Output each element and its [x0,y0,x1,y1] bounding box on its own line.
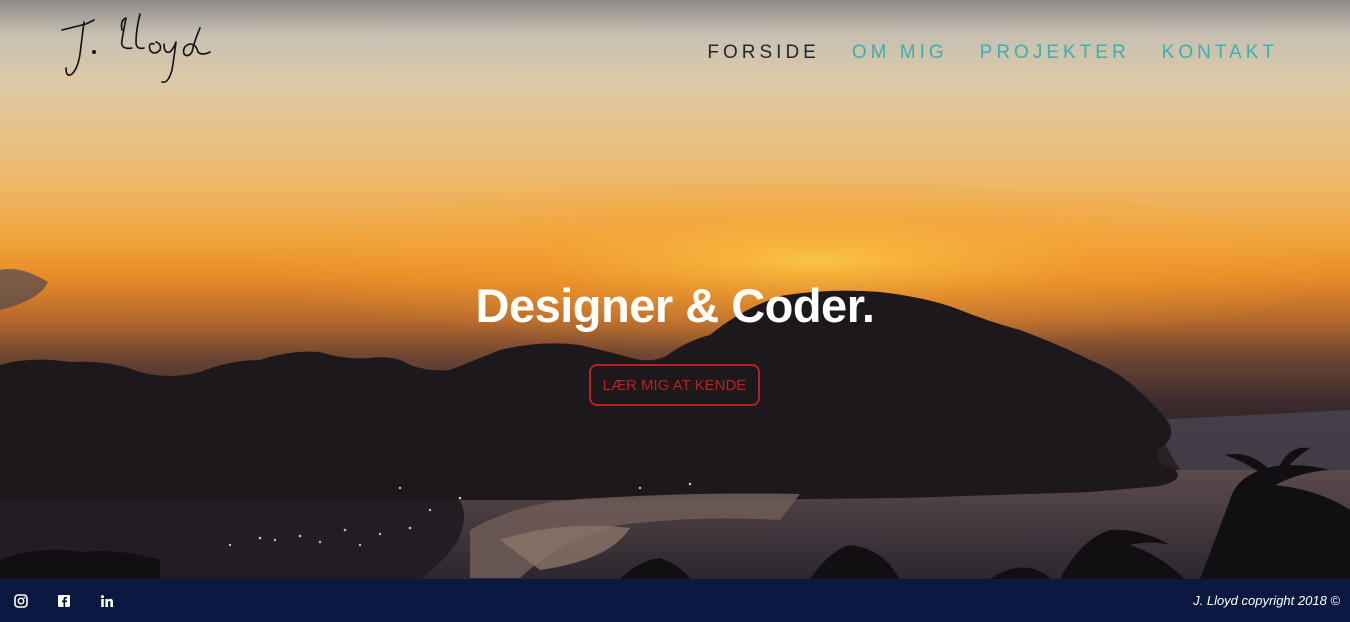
footer: J. Lloyd copyright 2018 © [0,579,1350,622]
page: FORSIDE OM MIG PROJEKTER KONTAKT Designe… [0,0,1350,622]
hero-headline: Designer & Coder. [475,279,875,332]
linkedin-icon[interactable] [100,594,114,608]
facebook-icon[interactable] [57,594,71,608]
hero-section: FORSIDE OM MIG PROJEKTER KONTAKT Designe… [0,0,1350,579]
copyright-text: J. Lloyd copyright 2018 © [1193,593,1340,608]
nav-item-forside[interactable]: FORSIDE [707,42,819,64]
signature-logo[interactable] [50,8,225,88]
get-to-know-me-button[interactable]: LÆR MIG AT KENDE [589,364,760,406]
nav-item-om-mig[interactable]: OM MIG [852,42,948,64]
main-nav: FORSIDE OM MIG PROJEKTER KONTAKT [675,42,1278,64]
instagram-icon[interactable] [14,594,28,608]
nav-item-projekter[interactable]: PROJEKTER [980,42,1130,64]
nav-item-kontakt[interactable]: KONTAKT [1162,42,1278,64]
